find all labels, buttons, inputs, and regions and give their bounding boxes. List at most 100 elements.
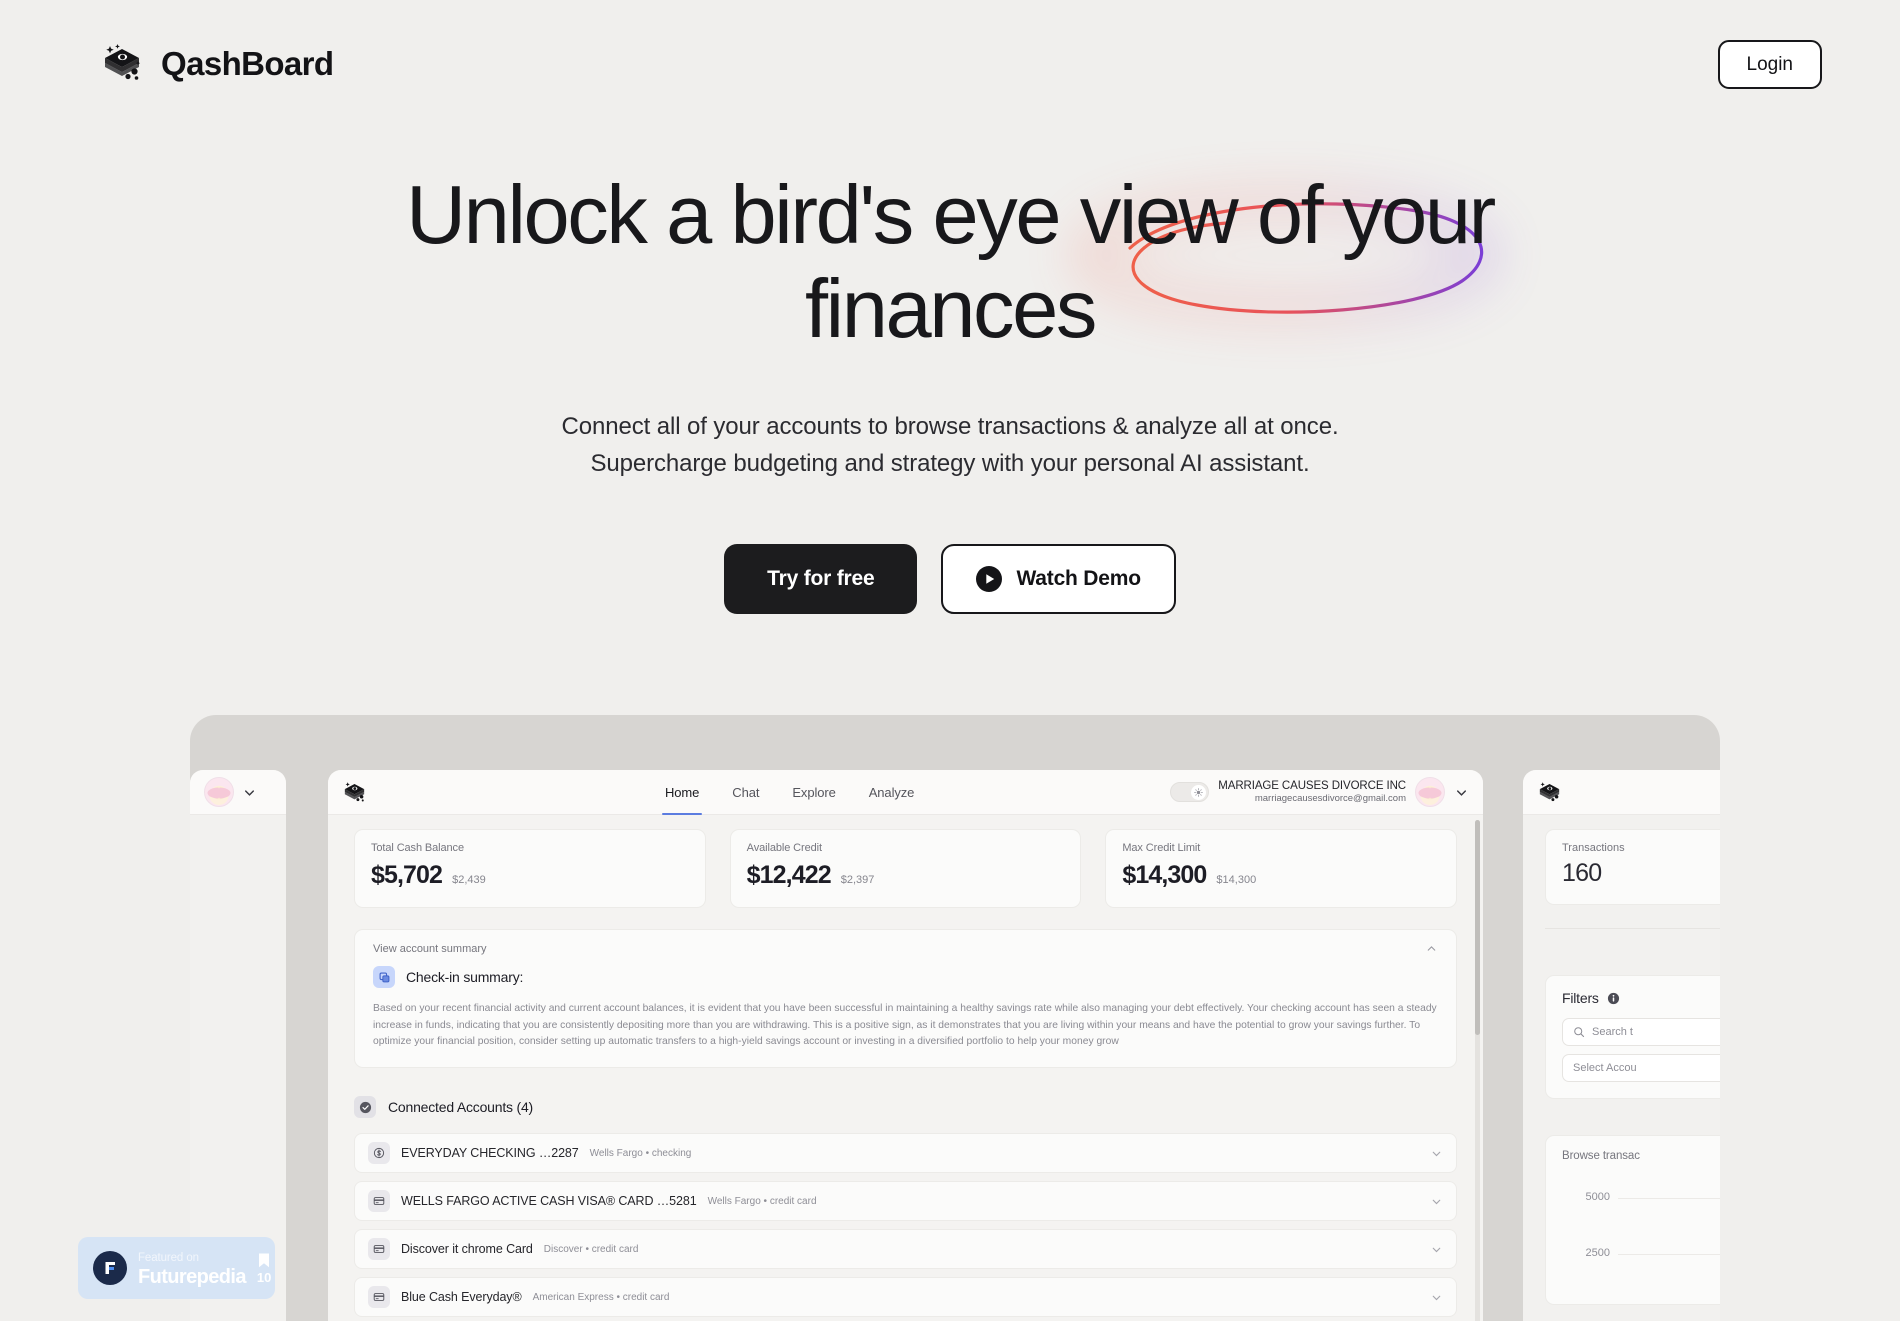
stat-subvalue: $2,397 [840,874,875,886]
futurepedia-count: 10 [256,1269,272,1285]
browse-transactions-chart: Browse transac 5000 2500 [1545,1135,1720,1305]
select-account-dropdown[interactable]: Select Accou [1562,1054,1720,1082]
app-preview-main-pane: Home Chat Explore Analyze MARRIAGE CAUSE… [328,770,1483,1321]
login-button[interactable]: Login [1717,39,1822,89]
chart-ytick-label: 2500 [1585,1247,1610,1259]
hero-subtitle-line-2: Supercharge budgeting and strategy with … [590,449,1310,477]
chart-gridline [1618,1198,1720,1199]
list-item[interactable]: WELLS FARGO ACTIVE CASH VISA® CARD …5281… [354,1181,1457,1222]
check-shield-icon [359,1101,371,1113]
chevron-down-icon[interactable] [242,785,257,800]
credit-card-icon [368,1190,390,1213]
avatar [204,777,234,807]
app-preview-device-frame: Home Chat Explore Analyze MARRIAGE CAUSE… [190,715,1720,1321]
summary-icon-badge [373,966,395,988]
connected-accounts-list: EVERYDAY CHECKING …2287 Wells Fargo • ch… [354,1133,1457,1318]
user-identity: MARRIAGE CAUSES DIVORCE INC marriagecaus… [1218,779,1406,805]
connected-accounts-header: Connected Accounts (4) [354,1096,1457,1119]
left-pane-header [190,770,286,815]
stat-subvalue: $2,439 [452,874,486,886]
try-for-free-button[interactable]: Try for free [724,543,918,614]
chart-title: Browse transac [1562,1150,1640,1162]
futurepedia-logo-icon [93,1251,127,1285]
dollar-circle-icon [368,1142,390,1165]
tab-analyze[interactable]: Analyze [869,770,915,815]
chevron-down-icon[interactable] [1430,1147,1443,1160]
app-tab-bar: Home Chat Explore Analyze [661,770,915,815]
hero-subtitle: Connect all of your accounts to browse t… [0,408,1900,482]
futurepedia-badge[interactable]: Featured on Futurepedia 10 [78,1237,275,1299]
transactions-label: Transactions [1562,842,1625,854]
futurepedia-bookmark-group[interactable]: 10 [257,1252,271,1285]
divider [1545,928,1720,929]
futurepedia-name: Futurepedia [138,1265,246,1288]
sun-icon [1194,787,1204,797]
bookmark-icon [259,1253,270,1267]
right-pane-header [1523,770,1720,815]
account-meta: Discover • credit card [543,1243,639,1255]
view-account-summary-toggle[interactable]: View account summary [373,943,487,955]
tab-chat[interactable]: Chat [732,770,759,815]
top-navigation-bar: QashBoard Login [0,0,1900,128]
hero-cta-row: Try for free Watch Demo [0,543,1900,614]
stat-label: Available Credit [746,842,822,854]
hero-section: Unlock a bird's eye view of your finance… [0,168,1900,614]
account-name: WELLS FARGO ACTIVE CASH VISA® CARD …5281 [401,1194,697,1209]
stat-label: Max Credit Limit [1122,842,1201,854]
app-user-area: MARRIAGE CAUSES DIVORCE INC marriagecaus… [1170,777,1469,807]
app-preview-right-pane: Transactions 160 Filters Search t Select… [1523,770,1720,1321]
filters-title: Filters [1562,990,1599,1006]
app-header: Home Chat Explore Analyze MARRIAGE CAUSE… [328,770,1483,815]
chevron-down-icon[interactable] [1430,1195,1443,1208]
info-icon[interactable] [1607,992,1620,1005]
search-input-placeholder: Search t [1592,1026,1633,1038]
account-name: Discover it chrome Card [401,1242,533,1257]
tab-home[interactable]: Home [661,770,703,815]
credit-card-icon [368,1238,390,1261]
play-icon [976,565,1003,592]
list-item[interactable]: Discover it chrome Card Discover • credi… [354,1229,1457,1270]
account-meta: Wells Fargo • checking [589,1147,692,1159]
search-input[interactable]: Search t [1562,1018,1720,1046]
summary-title: Check-in summary: [406,969,524,985]
theme-toggle[interactable] [1170,782,1210,802]
stat-card-max-credit-limit: Max Credit Limit $14,300 $14,300 [1105,829,1458,908]
brand-logo[interactable]: QashBoard [100,42,334,86]
futurepedia-text: Featured on Futurepedia [138,1248,246,1288]
stat-card-row: Total Cash Balance $5,702 $2,439 Availab… [354,829,1458,908]
stat-value: $14,300 [1122,861,1207,889]
chevron-down-icon[interactable] [1430,1291,1443,1304]
watch-demo-button[interactable]: Watch Demo [941,543,1176,614]
list-item[interactable]: EVERYDAY CHECKING …2287 Wells Fargo • ch… [354,1133,1457,1174]
chevron-down-icon[interactable] [1430,1243,1443,1256]
filters-card: Filters Search t Select Accou [1545,975,1720,1099]
credit-card-icon [368,1286,390,1309]
page-title-line-2: finances [805,261,1097,355]
cash-stack-sparkle-icon [344,781,365,801]
tab-explore[interactable]: Explore [792,770,835,815]
summary-body-text: Based on your recent financial activity … [373,1003,1437,1048]
stat-card-available-credit: Available Credit $12,422 $2,397 [729,829,1082,908]
watch-demo-label: Watch Demo [1016,566,1141,590]
organization-name: MARRIAGE CAUSES DIVORCE INC [1218,779,1406,792]
brand-name: QashBoard [161,45,334,82]
transactions-value: 160 [1562,859,1602,887]
cash-stack-sparkle-icon [1539,781,1560,801]
chevron-down-icon[interactable] [1454,785,1469,800]
list-item[interactable]: Blue Cash Everyday® American Express • c… [354,1277,1457,1318]
page-title-line-1: Unlock a bird's eye view of your [406,168,1496,261]
select-account-label: Select Accou [1573,1062,1637,1074]
connected-accounts-title: Connected Accounts (4) [388,1099,534,1116]
connected-accounts-icon-badge [354,1096,376,1119]
cash-stack-sparkle-icon [105,44,141,80]
chart-ytick-label: 5000 [1585,1191,1610,1203]
account-name: Blue Cash Everyday® [401,1290,522,1305]
right-pane-content: Transactions 160 Filters Search t Select… [1523,815,1720,1305]
avatar[interactable] [1415,777,1445,807]
featured-on-label: Featured on [138,1251,199,1264]
main-pane-scrollbar[interactable] [1475,820,1480,1321]
chevron-up-icon[interactable] [1425,942,1438,955]
page-title: Unlock a bird's eye view of your finance… [325,168,1575,356]
scrollbar-thumb[interactable] [1475,820,1480,1035]
transactions-count-card: Transactions 160 [1545,829,1720,905]
